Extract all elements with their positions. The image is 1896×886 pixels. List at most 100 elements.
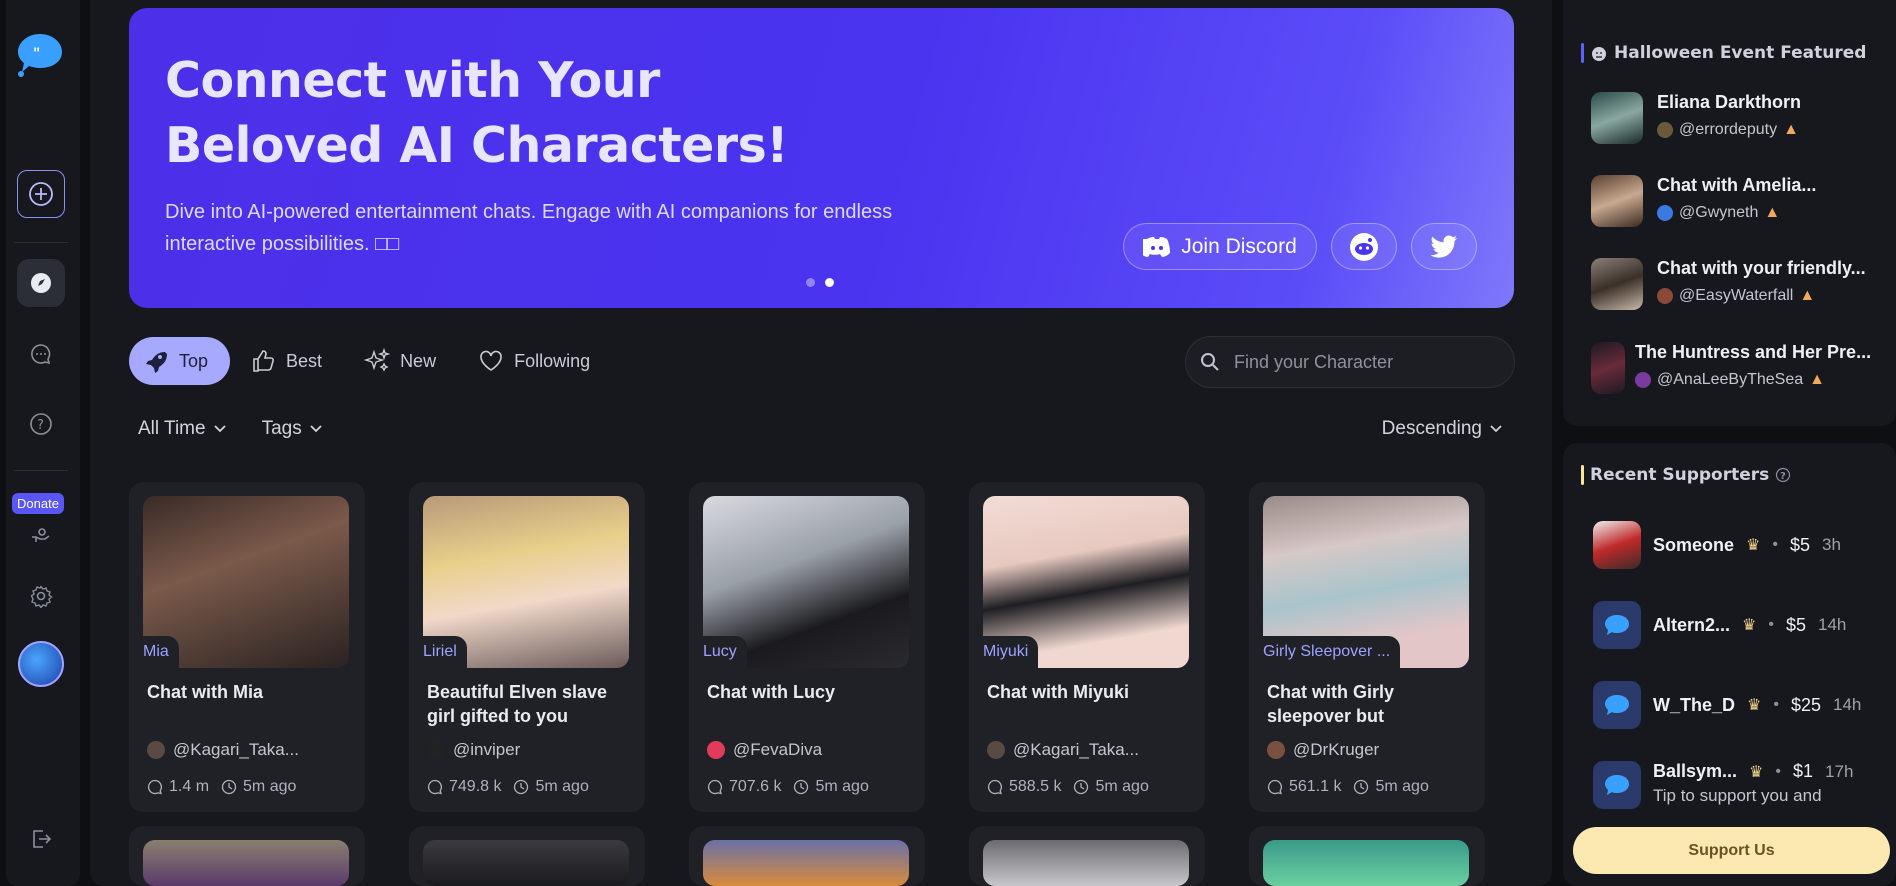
character-stats: 588.5 k 5m ago [987, 778, 1149, 796]
logout-button[interactable] [17, 815, 65, 863]
featured-item[interactable]: The Huntress and Her Pre... @AnaLeeByTheS… [1591, 342, 1871, 394]
halloween-hat-icon: ▲ [1764, 204, 1781, 221]
character-author[interactable]: @Kagari_Taka... [147, 740, 299, 760]
character-author[interactable]: @FevaDiva [707, 740, 822, 760]
sidebar-divider [14, 470, 68, 471]
gear-icon [30, 585, 53, 608]
character-search [1185, 336, 1515, 388]
tags-filter-dropdown[interactable]: Tags [262, 418, 322, 440]
character-tag: Girly Sleepover ... [1263, 636, 1401, 668]
tab-following[interactable]: Following [464, 337, 612, 385]
author-avatar [1267, 741, 1285, 759]
tab-best[interactable]: Best [236, 337, 344, 385]
main-panel: Connect with Your Beloved AI Characters! … [90, 0, 1552, 886]
character-card[interactable] [409, 826, 645, 886]
hand-coin-icon [32, 528, 50, 542]
discord-icon [1143, 236, 1171, 257]
character-stats: 707.6 k 5m ago [707, 778, 869, 796]
character-stats: 1.4 m 5m ago [147, 778, 296, 796]
character-card[interactable] [689, 826, 925, 886]
featured-item[interactable]: Eliana Darkthorn @errordeputy ▲ [1591, 92, 1801, 144]
hero-banner: Connect with Your Beloved AI Characters! … [129, 8, 1514, 308]
message-icon [427, 779, 442, 795]
character-card[interactable]: Lucy Chat with Lucy @FevaDiva 707.6 k 5m… [689, 482, 925, 812]
thumbs-up-icon [253, 350, 274, 372]
category-tabs: Top Best New Following [129, 337, 612, 385]
sort-dropdown[interactable]: Descending [1382, 418, 1502, 440]
character-card[interactable] [1249, 826, 1485, 886]
crown-icon: ♛ [1749, 763, 1764, 781]
search-input[interactable] [1234, 351, 1484, 373]
supporters-panel: Recent Supporters ? Someone ♛ • $5 3h Al… [1563, 443, 1896, 886]
featured-item[interactable]: Chat with Amelia... @Gwyneth ▲ [1591, 175, 1816, 227]
join-discord-button[interactable]: Join Discord [1123, 223, 1317, 270]
social-links: Join Discord [1123, 223, 1477, 270]
character-author[interactable]: @inviper [427, 740, 520, 760]
character-author[interactable]: @Kagari_Taka... [987, 740, 1139, 760]
sidebar-item-help[interactable]: ? [17, 400, 65, 448]
message-icon [707, 779, 722, 795]
character-image [423, 840, 629, 886]
halloween-hat-icon: ▲ [1799, 287, 1816, 304]
message-icon [147, 779, 162, 795]
chevron-down-icon [213, 425, 226, 433]
featured-thumbnail [1591, 258, 1643, 310]
sidebar-item-settings[interactable] [17, 572, 65, 620]
carousel-dot-active[interactable] [825, 278, 834, 287]
character-author[interactable]: @DrKruger [1267, 740, 1379, 760]
create-character-button[interactable] [17, 170, 65, 218]
left-sidebar: " ? Donate [0, 0, 80, 886]
chat-bubble-icon [31, 344, 51, 365]
app-logo[interactable]: " [16, 30, 64, 78]
character-card[interactable] [969, 826, 1205, 886]
supporters-heading: Recent Supporters ? [1581, 465, 1791, 485]
author-avatar [1657, 122, 1673, 138]
character-image [1263, 840, 1469, 886]
character-card[interactable] [129, 826, 365, 886]
search-icon [1201, 353, 1219, 371]
sidebar-item-donate[interactable] [17, 510, 65, 558]
clock-icon [794, 779, 809, 795]
tab-top[interactable]: Top [129, 337, 231, 385]
crown-icon: ♛ [1746, 537, 1761, 554]
help-circle-icon[interactable]: ? [1775, 467, 1791, 483]
clock-icon [1354, 779, 1369, 795]
svg-text:?: ? [37, 418, 44, 433]
featured-item[interactable]: Chat with your friendly... @EasyWaterfall… [1591, 258, 1866, 310]
supporter-row: W_The_D ♛ • $25 14h [1593, 681, 1861, 729]
user-avatar[interactable] [18, 641, 64, 687]
character-tag: Liriel [423, 636, 467, 668]
tab-new[interactable]: New [350, 337, 458, 385]
reddit-button[interactable] [1331, 223, 1397, 270]
character-card[interactable]: Girly Sleepover ... Chat with Girly slee… [1249, 482, 1485, 812]
carousel-dot[interactable] [806, 278, 815, 287]
reddit-icon [1350, 232, 1378, 261]
author-avatar [427, 741, 445, 759]
clock-icon [221, 779, 237, 795]
heart-icon [480, 350, 502, 371]
author-avatar [1657, 205, 1673, 221]
twitter-button[interactable] [1411, 223, 1477, 270]
character-image [983, 840, 1189, 886]
time-filter-dropdown[interactable]: All Time [138, 418, 226, 440]
chevron-down-icon [310, 425, 322, 433]
character-title: Chat with Mia [147, 682, 263, 702]
supporter-avatar [1593, 681, 1641, 729]
character-card[interactable]: Liriel Beautiful Elven slave girl gifted… [409, 482, 645, 812]
character-tag: Miyuki [983, 636, 1039, 668]
chevron-down-icon [1490, 425, 1502, 433]
halloween-hat-icon: ▲ [1783, 121, 1799, 138]
logout-icon [33, 830, 52, 848]
sidebar-item-chats[interactable] [17, 330, 65, 378]
support-us-button[interactable]: Support Us [1573, 827, 1890, 874]
character-stats: 749.8 k 5m ago [427, 778, 589, 796]
sidebar-item-explore[interactable] [17, 259, 65, 307]
supporter-note: Tip to support you and [1653, 786, 1822, 805]
author-avatar [1657, 288, 1673, 304]
character-card[interactable]: Mia Chat with Mia @Kagari_Taka... 1.4 m … [129, 482, 365, 812]
author-avatar [1635, 372, 1651, 388]
featured-thumbnail [1591, 342, 1625, 394]
character-card[interactable]: Miyuki Chat with Miyuki @Kagari_Taka... … [969, 482, 1205, 812]
supporter-avatar [1593, 761, 1641, 809]
join-discord-label: Join Discord [1181, 234, 1297, 258]
